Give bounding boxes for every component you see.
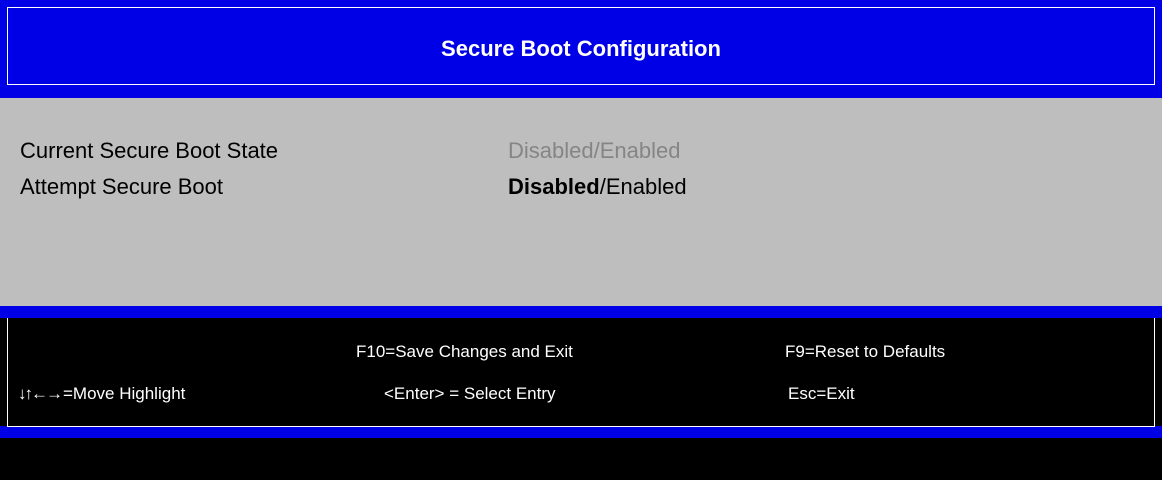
setting-label-current-secure-boot-state: Current Secure Boot State [20,138,279,163]
setting-label-attempt-secure-boot[interactable]: Attempt Secure Boot [20,174,223,200]
move-highlight-hint: ↓↑←→ =Move Highlight [18,384,185,404]
help-frame-bottom-line [7,426,1155,427]
select-entry-hint: <Enter> = Select Entry [384,384,556,403]
value-secondary[interactable]: Enabled [606,174,687,199]
value-primary-selected[interactable]: Disabled [508,174,600,199]
reset-defaults-hint: F9=Reset to Defaults [785,342,946,361]
help-separator-bottom [0,426,1162,438]
value-primary: Disabled [508,138,594,163]
save-exit-hint: F10=Save Changes and Exit [356,342,573,361]
exit-hint: Esc=Exit [788,384,855,403]
settings-panel: Current Secure Boot State Disabled/Enabl… [0,98,1162,306]
help-separator-top [0,306,1162,318]
move-highlight-label: =Move Highlight [63,384,186,403]
setting-value-current-secure-boot-state: Disabled/Enabled [508,138,680,164]
setting-value-attempt-secure-boot[interactable]: Disabled/Enabled [508,174,687,200]
arrow-keys-icon: ↓↑←→ [18,384,63,403]
bottom-area [0,438,1162,480]
value-secondary: Enabled [599,138,681,163]
page-title: Secure Boot Configuration [441,36,721,61]
help-bar: F10=Save Changes and Exit F9=Reset to De… [7,318,1155,426]
